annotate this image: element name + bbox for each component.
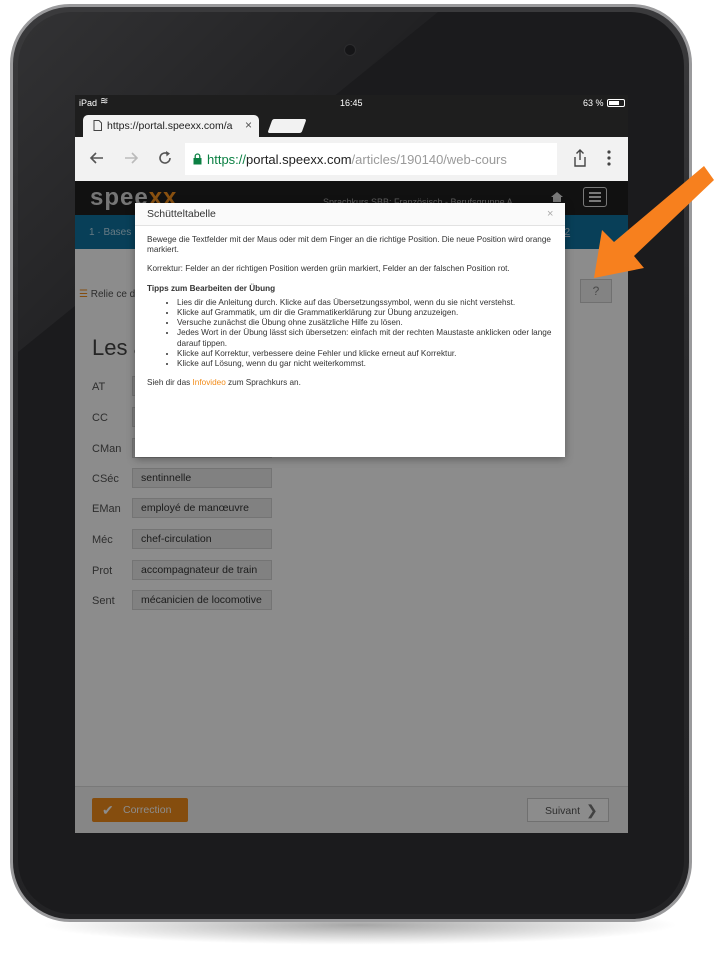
modal-outro: Sieh dir das Infovideo zum Sprachkurs an… [147,378,301,388]
tab-title: https://portal.speexx.com/a [107,120,233,132]
close-icon[interactable]: × [547,208,553,220]
help-modal: Schütteltabelle × Bewege die Textfelder … [135,203,565,457]
tips-list: Lies dir die Anleitung durch. Klicke auf… [147,298,557,369]
list-item: Versuche zunächst die Übung ohne zusätzl… [177,318,557,328]
url-text: https://portal.speexx.com/articles/19014… [207,152,507,167]
modal-header: Schütteltabelle × [135,203,565,226]
battery-label: 63 % [583,98,604,108]
status-time: 16:45 [340,98,363,108]
list-item: Klicke auf Lösung, wenn du gar nicht wei… [177,359,557,369]
status-bar: iPad ≋ 16:45 63 % [75,95,628,111]
close-icon[interactable]: × [245,118,252,132]
page-icon [93,120,102,131]
modal-title: Schütteltabelle [147,208,216,220]
camera-icon [344,44,356,56]
ipad-screen: iPad ≋ 16:45 63 % https://portal.speexx.… [75,95,628,833]
wifi-icon: ≋ [100,96,109,107]
reload-icon[interactable] [157,150,173,166]
arrow-pointer [594,166,714,278]
new-tab-button[interactable] [267,119,307,133]
list-item: Klicke auf Grammatik, um dir die Grammat… [177,308,557,318]
battery-icon [607,99,625,107]
modal-body: Bewege die Textfelder mit der Maus oder … [147,235,557,397]
modal-correction-info: Korrektur: Felder an der richtigen Posit… [147,264,510,274]
tips-heading: Tipps zum Bearbeiten der Übung [147,283,276,293]
list-item: Klicke auf Korrektur, verbessere deine F… [177,349,557,359]
address-bar[interactable]: https://portal.speexx.com/articles/19014… [185,143,557,175]
list-item: Lies dir die Anleitung durch. Klicke auf… [177,298,557,308]
modal-intro: Bewege die Textfelder mit der Maus oder … [147,235,551,255]
list-item: Jedes Wort in der Übung lässt sich übers… [177,328,557,348]
infovideo-link[interactable]: Infovideo [193,378,226,387]
lock-icon [193,153,202,165]
back-icon[interactable] [89,151,105,165]
device-label: iPad [79,98,98,108]
forward-icon[interactable] [123,151,139,165]
browser-tab[interactable]: https://portal.speexx.com/a × [83,115,259,137]
